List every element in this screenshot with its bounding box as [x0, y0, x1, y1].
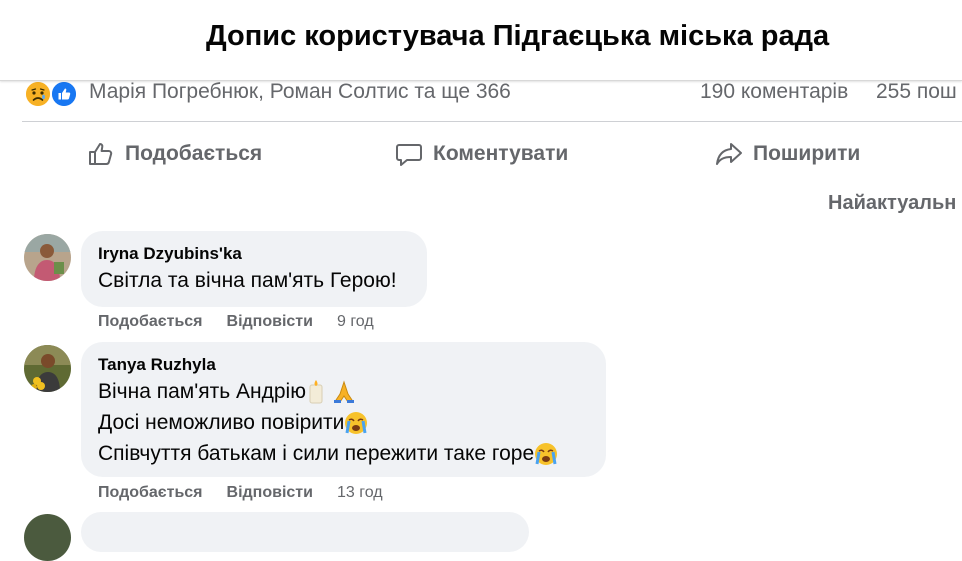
comment-like-link[interactable]: Подобається — [98, 484, 203, 502]
comment-author[interactable]: Iryna Dzyubins'ka — [98, 243, 410, 265]
comment-text: Вічна пам'ять Андрію — [98, 380, 306, 403]
comment-button-label: Коментувати — [433, 142, 569, 165]
avatar[interactable] — [24, 345, 71, 392]
comments-count-link[interactable]: 190 коментарів — [700, 80, 848, 104]
comment-icon — [396, 144, 422, 166]
sad-reaction-icon — [25, 81, 51, 107]
comment-timestamp[interactable]: 13 год — [337, 484, 383, 502]
like-reaction-icon — [51, 81, 77, 107]
page-title: Допис користувача Підгаєцька міська рада — [206, 20, 830, 52]
comment-timestamp[interactable]: 9 год — [337, 313, 374, 331]
crying-face-emoji-icon — [535, 443, 558, 466]
comment-bubble: Iryna Dzyubins'ka Світла та вічна пам'ят… — [81, 231, 427, 307]
comment-actions: Подобається Відповісти 9 год — [98, 313, 374, 331]
avatar[interactable] — [24, 514, 71, 561]
share-button-label: Поширити — [753, 142, 861, 165]
like-button-label: Подобається — [125, 142, 263, 165]
comment-text: Співчуття батькам і сили пережити таке г… — [98, 442, 535, 465]
comment-button[interactable]: Коментувати — [395, 138, 568, 170]
comment-text-line: Вічна пам'ять Андрію — [98, 376, 589, 407]
comment-bubble: Tanya Ruzhyla Вічна пам'ять Андрію Досі … — [81, 342, 606, 477]
post-header: Допис користувача Підгаєцька міська рада — [0, 0, 962, 81]
reactors-link[interactable]: Марія Погребнюк, Роман Солтис та ще 366 — [89, 80, 511, 104]
comment-text: Світла та вічна пам'ять Герою! — [98, 269, 397, 292]
candle-emoji-icon — [309, 380, 323, 404]
like-button[interactable]: Подобається — [87, 138, 262, 170]
comment-reply-link[interactable]: Відповісти — [227, 484, 313, 502]
shares-count-link[interactable]: 255 пош — [876, 80, 957, 104]
comment-reply-link[interactable]: Відповісти — [227, 313, 313, 331]
avatar-image — [24, 234, 71, 281]
divider — [22, 121, 962, 122]
comment-text-line: Досі неможливо повірити — [98, 407, 589, 438]
avatar[interactable] — [24, 234, 71, 281]
comment-text-line: Співчуття батькам і сили пережити таке г… — [98, 438, 589, 469]
comment-sort-dropdown[interactable]: Найактуальн — [828, 192, 956, 215]
reaction-icons[interactable] — [25, 78, 81, 107]
pray-emoji-icon — [333, 380, 354, 404]
comment-like-link[interactable]: Подобається — [98, 313, 203, 331]
avatar-image — [24, 345, 71, 392]
comment-author[interactable]: Tanya Ruzhyla — [98, 354, 589, 376]
share-icon — [716, 143, 742, 165]
comment-bubble — [81, 512, 529, 552]
comment-actions: Подобається Відповісти 13 год — [98, 484, 383, 502]
share-button[interactable]: Поширити — [715, 138, 860, 170]
crying-face-emoji-icon — [345, 412, 368, 435]
comment-text: Досі неможливо повірити — [98, 411, 345, 434]
thumbs-up-icon — [89, 143, 113, 165]
